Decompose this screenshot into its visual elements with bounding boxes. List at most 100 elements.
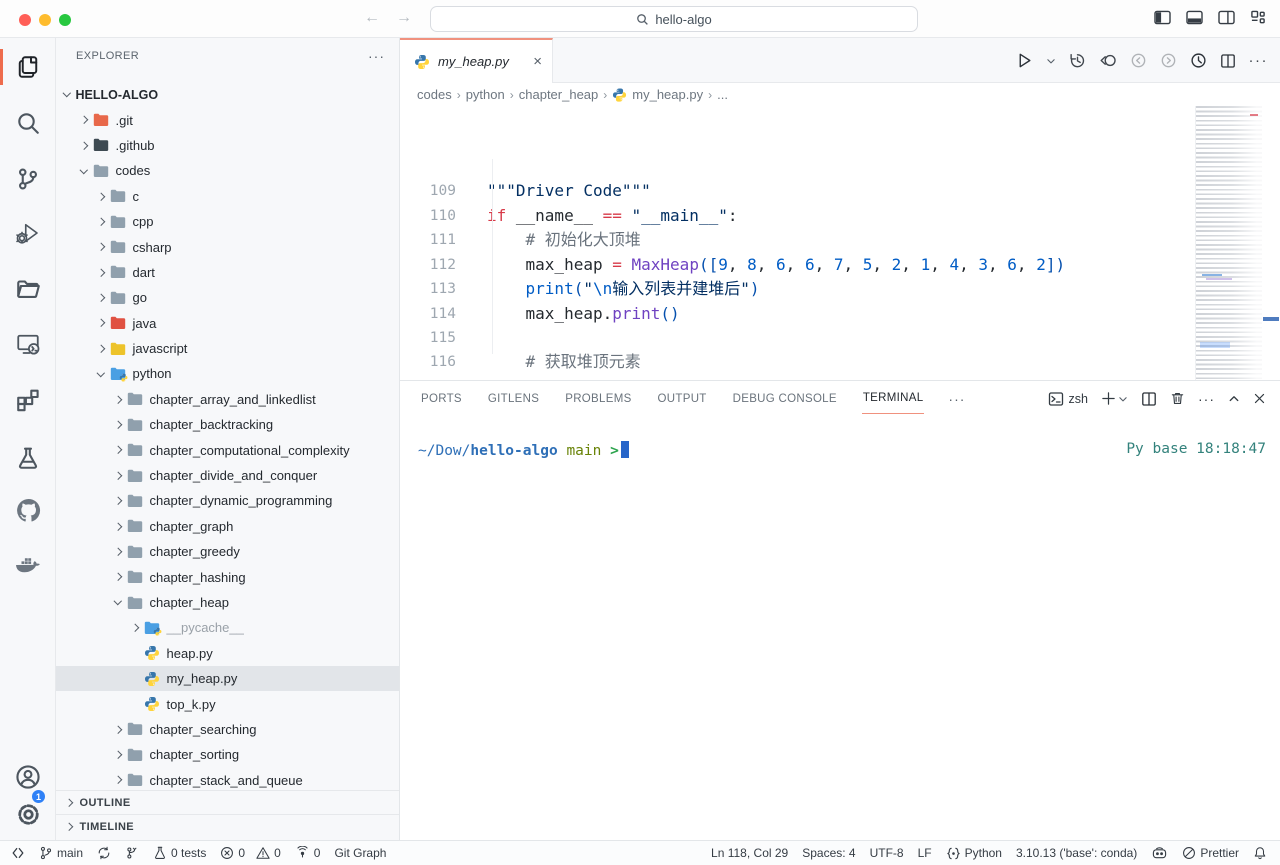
status-encoding[interactable]: UTF-8	[863, 846, 911, 860]
breadcrumb-item[interactable]: chapter_heap	[519, 87, 599, 102]
tab-close-icon[interactable]: ×	[533, 53, 542, 70]
timeline-icon[interactable]	[1069, 52, 1086, 69]
breadcrumb-item[interactable]: codes	[417, 87, 452, 102]
tree-item-chapter-divide-and-conquer[interactable]: chapter_divide_and_conquer	[56, 463, 399, 488]
activity-run-and-debug-icon[interactable]	[0, 209, 56, 257]
status-prettier[interactable]: Prettier	[1175, 846, 1246, 860]
tree-item-chapter-hashing[interactable]: chapter_hashing	[56, 564, 399, 589]
status-problems[interactable]: 00	[213, 846, 287, 860]
status-copilot[interactable]	[1144, 846, 1175, 861]
close-button[interactable]	[19, 14, 31, 26]
tree-item-chapter-array-and-linkedlist[interactable]: chapter_array_and_linkedlist	[56, 387, 399, 412]
tree-item-chapter-heap[interactable]: chapter_heap	[56, 590, 399, 615]
tab-my-heap-py[interactable]: my_heap.py ×	[400, 38, 553, 83]
tree-item-top-k-py[interactable]: top_k.py	[56, 691, 399, 716]
panel-tab-debug-console[interactable]: DEBUG CONSOLE	[732, 384, 838, 414]
activity-remote-explorer-icon[interactable]	[0, 320, 56, 368]
tree-item-chapter-searching[interactable]: chapter_searching	[56, 717, 399, 742]
panel-tab-gitlens[interactable]: GITLENS	[487, 384, 540, 414]
run-button[interactable]	[1016, 52, 1033, 69]
activity-explorer-icon[interactable]	[0, 43, 56, 91]
status-sync[interactable]	[90, 846, 118, 860]
explorer-more-actions-icon[interactable]: ···	[368, 48, 385, 64]
new-terminal-icon[interactable]	[1101, 391, 1128, 406]
panel-tab-ports[interactable]: PORTS	[420, 384, 463, 414]
tree-item-chapter-greedy[interactable]: chapter_greedy	[56, 539, 399, 564]
panel-tab-problems[interactable]: PROBLEMS	[564, 384, 632, 414]
gitlens-compare-icon[interactable]	[1099, 52, 1117, 69]
tree-item-c[interactable]: c	[56, 184, 399, 209]
tree-item-python[interactable]: python	[56, 361, 399, 386]
tree-item-heap-py[interactable]: heap.py	[56, 641, 399, 666]
breadcrumb-item[interactable]: ...	[717, 87, 728, 102]
activity-github-icon[interactable]	[0, 486, 56, 534]
tree-item-codes[interactable]: codes	[56, 158, 399, 183]
terminal[interactable]: ~/Dow/hello-algo main > Py base 18:18:47	[418, 441, 1266, 459]
tree-item--git[interactable]: .git	[56, 107, 399, 132]
split-editor-icon[interactable]	[1220, 53, 1236, 69]
code-editor[interactable]: 109"""Driver Code"""110if __name__ == "_…	[400, 106, 1280, 380]
tree-item-dart[interactable]: dart	[56, 260, 399, 285]
status-language-mode[interactable]: Python	[939, 846, 1009, 861]
panel-tabs-more-icon[interactable]: ···	[948, 391, 965, 407]
run-dropdown-icon[interactable]	[1046, 56, 1056, 66]
minimize-button[interactable]	[39, 14, 51, 26]
prev-change-icon[interactable]	[1130, 52, 1147, 69]
panel-tab-terminal[interactable]: TERMINAL	[862, 383, 925, 414]
activity-docker-icon[interactable]	[0, 541, 56, 589]
toggle-panel-icon[interactable]	[1186, 10, 1203, 25]
status-python-interpreter[interactable]: 3.10.13 ('base': conda)	[1009, 846, 1144, 860]
tree-item-chapter-dynamic-programming[interactable]: chapter_dynamic_programming	[56, 488, 399, 513]
tree-item-javascript[interactable]: javascript	[56, 336, 399, 361]
activity-file-browser-icon[interactable]	[0, 265, 56, 313]
panel-more-icon[interactable]: ···	[1198, 391, 1215, 407]
terminal-instance-zsh[interactable]: zsh	[1048, 391, 1088, 407]
more-actions-icon[interactable]: ···	[1249, 52, 1269, 69]
customize-layout-icon[interactable]	[1250, 10, 1266, 25]
status-eol[interactable]: LF	[911, 846, 939, 860]
close-panel-icon[interactable]	[1253, 392, 1266, 405]
status-cursor-position[interactable]: Ln 118, Col 29	[704, 846, 795, 860]
back-arrow-icon[interactable]: ←	[364, 9, 380, 27]
gitlens-graph-icon[interactable]	[1190, 52, 1207, 69]
kill-terminal-icon[interactable]	[1170, 391, 1185, 406]
toggle-sidebar-right-icon[interactable]	[1218, 10, 1235, 25]
tree-item-go[interactable]: go	[56, 285, 399, 310]
settings-gear-icon[interactable]	[0, 790, 56, 838]
activity-extensions-icon[interactable]	[0, 376, 56, 424]
tree-item--github[interactable]: .github	[56, 133, 399, 158]
tree-item-chapter-graph[interactable]: chapter_graph	[56, 514, 399, 539]
status-git-graph[interactable]: Git Graph	[327, 846, 393, 860]
panel-tab-output[interactable]: OUTPUT	[657, 384, 708, 414]
maximize-panel-icon[interactable]	[1228, 393, 1240, 405]
forward-arrow-icon[interactable]: →	[396, 9, 412, 27]
activity-testing-icon[interactable]	[0, 434, 56, 482]
tree-root-hello-algo[interactable]: HELLO-ALGO	[56, 82, 399, 107]
activity-search-icon[interactable]	[0, 99, 56, 147]
toggle-sidebar-left-icon[interactable]	[1154, 10, 1171, 25]
tree-item-chapter-sorting[interactable]: chapter_sorting	[56, 742, 399, 767]
breadcrumb-item[interactable]: my_heap.py	[632, 87, 703, 102]
status-remote[interactable]	[4, 846, 32, 860]
next-change-icon[interactable]	[1160, 52, 1177, 69]
section-timeline[interactable]: TIMELINE	[56, 814, 399, 838]
command-center-search[interactable]: hello-algo	[430, 6, 918, 32]
zoom-button[interactable]	[59, 14, 71, 26]
tree-item-cpp[interactable]: cpp	[56, 209, 399, 234]
breadcrumb-item[interactable]: python	[466, 87, 505, 102]
overview-ruler[interactable]	[1262, 106, 1280, 380]
status-branch[interactable]: main	[32, 846, 90, 860]
section-outline[interactable]: OUTLINE	[56, 790, 399, 814]
tree-item--pycache-[interactable]: __pycache__	[56, 615, 399, 640]
tree-item-csharp[interactable]: csharp	[56, 234, 399, 259]
breadcrumb[interactable]: codes›python›chapter_heap›my_heap.py›...	[400, 83, 1280, 106]
status-tests[interactable]: 0 tests	[146, 846, 213, 860]
tree-item-chapter-backtracking[interactable]: chapter_backtracking	[56, 412, 399, 437]
tree-item-java[interactable]: java	[56, 311, 399, 336]
status-notifications[interactable]	[1246, 846, 1274, 860]
status-ports[interactable]: 0	[288, 846, 328, 860]
minimap[interactable]	[1195, 106, 1262, 380]
tree-item-chapter-computational-complexity[interactable]: chapter_computational_complexity	[56, 437, 399, 462]
split-terminal-icon[interactable]	[1141, 391, 1157, 407]
status-gitlens[interactable]	[118, 846, 146, 860]
